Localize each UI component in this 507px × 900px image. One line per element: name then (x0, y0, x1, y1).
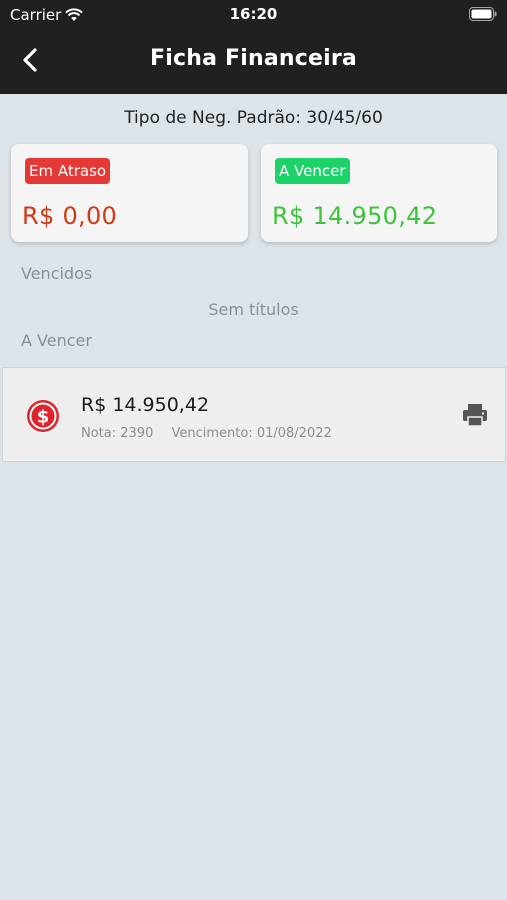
upcoming-badge: A Vencer (275, 158, 350, 184)
title-list-item[interactable]: $ R$ 14.950,42 Nota: 2390 Vencimento: 01… (2, 367, 506, 462)
section-overdue-label: Vencidos (21, 264, 93, 283)
svg-text:$: $ (37, 407, 50, 428)
upcoming-summary-card[interactable]: A Vencer R$ 14.950,42 (261, 144, 497, 242)
upcoming-amount: R$ 14.950,42 (272, 202, 438, 230)
title-meta: Nota: 2390 Vencimento: 01/08/2022 (81, 426, 332, 441)
overdue-amount: R$ 0,00 (22, 202, 118, 230)
page-title: Ficha Financeira (150, 46, 357, 71)
title-vencimento: Vencimento: 01/08/2022 (171, 426, 332, 441)
empty-overdue-message: Sem títulos (208, 300, 299, 319)
status-bar: Carrier 16:20 (0, 0, 507, 28)
title-amount: R$ 14.950,42 (81, 394, 210, 416)
top-bar: Carrier 16:20 Ficha Financeira (0, 0, 507, 94)
overdue-badge: Em Atraso (25, 158, 111, 184)
battery-icon (469, 7, 497, 25)
printer-icon (463, 404, 487, 427)
negotiation-type: Tipo de Neg. Padrão: 30/45/60 (124, 108, 383, 128)
navigation-bar: Ficha Financeira (0, 36, 507, 84)
title-nota: Nota: 2390 (81, 426, 154, 441)
print-button[interactable] (461, 401, 489, 429)
dollar-circle-icon: $ (27, 400, 59, 432)
overdue-summary-card[interactable]: Em Atraso R$ 0,00 (11, 144, 248, 242)
section-upcoming-label: A Vencer (21, 331, 92, 350)
status-time: 16:20 (229, 5, 278, 23)
